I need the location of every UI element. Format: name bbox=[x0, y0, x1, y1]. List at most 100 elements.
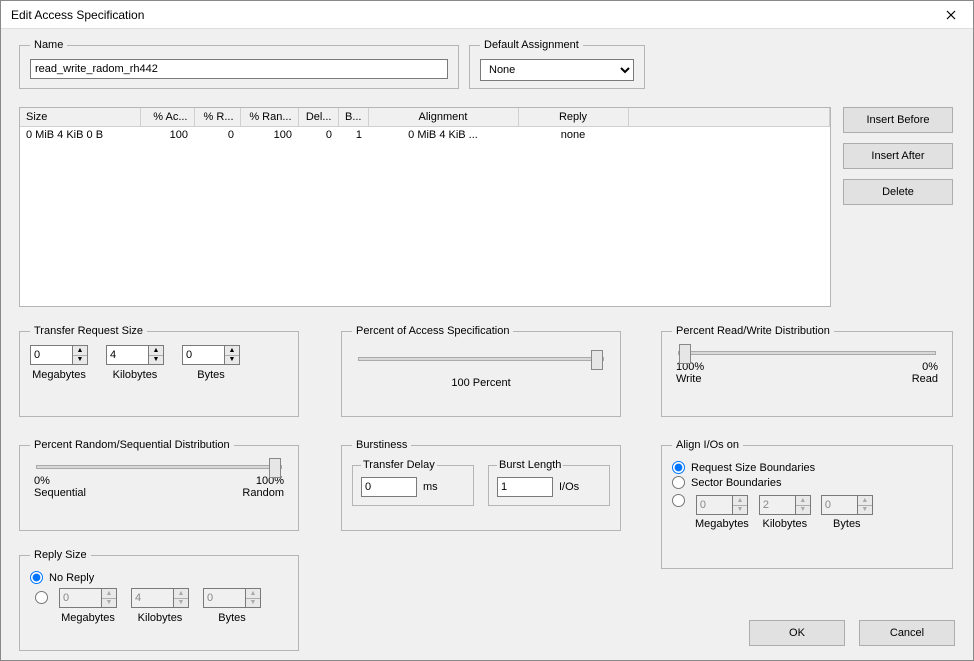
cell-burst: 1 bbox=[338, 126, 368, 143]
footer-buttons: OK Cancel bbox=[749, 620, 955, 646]
prw-right-bottom: Read bbox=[912, 373, 938, 385]
dialog-window: Edit Access Specification Name Default A… bbox=[0, 0, 974, 661]
group-burst-legend: Burstiness bbox=[352, 439, 411, 451]
list-header: Size % Ac... % R... % Ran... Del... B...… bbox=[20, 108, 830, 126]
cell-delay: 0 bbox=[298, 126, 338, 143]
reply-kb-spinner: ▲▼ bbox=[131, 588, 189, 608]
group-percent-access-spec: Percent of Access Specification 100 Perc… bbox=[341, 325, 621, 417]
spin-down-icon[interactable]: ▼ bbox=[225, 356, 239, 365]
trs-kb-spinner[interactable]: ▲▼ bbox=[106, 345, 164, 365]
prs-slider[interactable] bbox=[36, 465, 282, 469]
burst-length-unit: I/Os bbox=[559, 481, 579, 493]
group-align-ios: Align I/Os on Request Size Boundaries Se… bbox=[661, 439, 953, 569]
ok-button[interactable]: OK bbox=[749, 620, 845, 646]
prs-left-bottom: Sequential bbox=[34, 487, 86, 499]
align-b-input bbox=[821, 495, 857, 515]
transfer-delay-input[interactable] bbox=[361, 477, 417, 497]
pas-caption: 100 Percent bbox=[352, 377, 610, 389]
titlebar: Edit Access Specification bbox=[1, 1, 973, 29]
trs-mb-spinner[interactable]: ▲▼ bbox=[30, 345, 88, 365]
spin-down-icon[interactable]: ▼ bbox=[149, 356, 163, 365]
spin-up-icon[interactable]: ▲ bbox=[149, 346, 163, 356]
align-opt1-label: Request Size Boundaries bbox=[691, 462, 815, 474]
transfer-delay-unit: ms bbox=[423, 481, 438, 493]
default-assignment-select[interactable]: None bbox=[480, 59, 634, 81]
group-default-assignment: Default Assignment None bbox=[469, 39, 645, 89]
group-trs-legend: Transfer Request Size bbox=[30, 325, 147, 337]
align-mb-input bbox=[696, 495, 732, 515]
spin-down-icon: ▼ bbox=[102, 599, 116, 608]
reply-radio-custom[interactable] bbox=[35, 591, 48, 604]
table-row[interactable]: 0 MiB 4 KiB 0 B 100 0 100 0 1 0 MiB 4 Ki… bbox=[20, 126, 830, 143]
name-input[interactable] bbox=[30, 59, 448, 79]
trs-kb-input[interactable] bbox=[106, 345, 148, 365]
cancel-button[interactable]: Cancel bbox=[859, 620, 955, 646]
insert-before-button[interactable]: Insert Before bbox=[843, 107, 953, 133]
delete-button[interactable]: Delete bbox=[843, 179, 953, 205]
trs-kb-label: Kilobytes bbox=[113, 369, 158, 381]
col-random[interactable]: % Ran... bbox=[240, 108, 298, 126]
reply-mb-label: Megabytes bbox=[61, 612, 115, 624]
pas-slider[interactable] bbox=[358, 357, 604, 361]
burst-length-legend: Burst Length bbox=[497, 459, 563, 471]
access-spec-list[interactable]: Size % Ac... % R... % Ran... Del... B...… bbox=[19, 107, 831, 307]
align-b-spinner: ▲▼ bbox=[821, 495, 873, 515]
trs-b-input[interactable] bbox=[182, 345, 224, 365]
col-delay[interactable]: Del... bbox=[298, 108, 338, 126]
spin-down-icon: ▼ bbox=[174, 599, 188, 608]
group-prw-legend: Percent Read/Write Distribution bbox=[672, 325, 834, 337]
col-access[interactable]: % Ac... bbox=[140, 108, 194, 126]
trs-mb-input[interactable] bbox=[30, 345, 72, 365]
col-burst[interactable]: B... bbox=[338, 108, 368, 126]
cell-read: 0 bbox=[194, 126, 240, 143]
prs-slider-thumb[interactable] bbox=[269, 458, 281, 478]
trs-b-spinner[interactable]: ▲▼ bbox=[182, 345, 240, 365]
reply-noreply-label: No Reply bbox=[49, 572, 94, 584]
prs-left-top: 0% bbox=[34, 475, 50, 487]
align-kb-label: Kilobytes bbox=[762, 518, 807, 530]
align-opt2-label: Sector Boundaries bbox=[691, 477, 782, 489]
col-read[interactable]: % R... bbox=[194, 108, 240, 126]
insert-after-button[interactable]: Insert After bbox=[843, 143, 953, 169]
reply-kb-input bbox=[131, 588, 173, 608]
prs-right-bottom: Random bbox=[242, 487, 284, 499]
group-transfer-delay: Transfer Delay ms bbox=[352, 459, 474, 506]
prw-slider[interactable] bbox=[678, 351, 936, 355]
align-radio-request-size[interactable] bbox=[672, 461, 685, 474]
spin-up-icon: ▲ bbox=[102, 589, 116, 599]
pas-slider-thumb[interactable] bbox=[591, 350, 603, 370]
group-percent-read-write: Percent Read/Write Distribution 100% 0% … bbox=[661, 325, 953, 417]
group-burstiness: Burstiness Transfer Delay ms Burst Lengt… bbox=[341, 439, 621, 531]
group-name-legend: Name bbox=[30, 39, 67, 51]
prw-slider-thumb[interactable] bbox=[679, 344, 691, 364]
col-reply[interactable]: Reply bbox=[518, 108, 628, 126]
group-name: Name bbox=[19, 39, 459, 89]
col-spacer bbox=[628, 108, 830, 126]
spin-down-icon: ▼ bbox=[796, 506, 810, 515]
spin-up-icon: ▲ bbox=[796, 496, 810, 506]
group-default-legend: Default Assignment bbox=[480, 39, 583, 51]
cell-random: 100 bbox=[240, 126, 298, 143]
group-transfer-request-size: Transfer Request Size ▲▼ Megabytes ▲▼ Ki… bbox=[19, 325, 299, 417]
group-reply-legend: Reply Size bbox=[30, 549, 91, 561]
spin-up-icon: ▲ bbox=[858, 496, 872, 506]
align-radio-sector[interactable] bbox=[672, 476, 685, 489]
group-reply-size: Reply Size No Reply ▲▼ Megabytes bbox=[19, 549, 299, 651]
close-icon[interactable] bbox=[929, 1, 973, 29]
reply-b-spinner: ▲▼ bbox=[203, 588, 261, 608]
spin-up-icon[interactable]: ▲ bbox=[225, 346, 239, 356]
col-size[interactable]: Size bbox=[20, 108, 140, 126]
reply-b-label: Bytes bbox=[218, 612, 246, 624]
align-radio-custom[interactable] bbox=[672, 494, 685, 507]
burst-length-input[interactable] bbox=[497, 477, 553, 497]
spin-up-icon: ▲ bbox=[246, 589, 260, 599]
spin-up-icon[interactable]: ▲ bbox=[73, 346, 87, 356]
col-alignment[interactable]: Alignment bbox=[368, 108, 518, 126]
reply-radio-none[interactable] bbox=[30, 571, 43, 584]
trs-mb-label: Megabytes bbox=[32, 369, 86, 381]
reply-kb-label: Kilobytes bbox=[138, 612, 183, 624]
spin-down-icon[interactable]: ▼ bbox=[73, 356, 87, 365]
spin-up-icon: ▲ bbox=[733, 496, 747, 506]
reply-mb-spinner: ▲▼ bbox=[59, 588, 117, 608]
spin-up-icon: ▲ bbox=[174, 589, 188, 599]
